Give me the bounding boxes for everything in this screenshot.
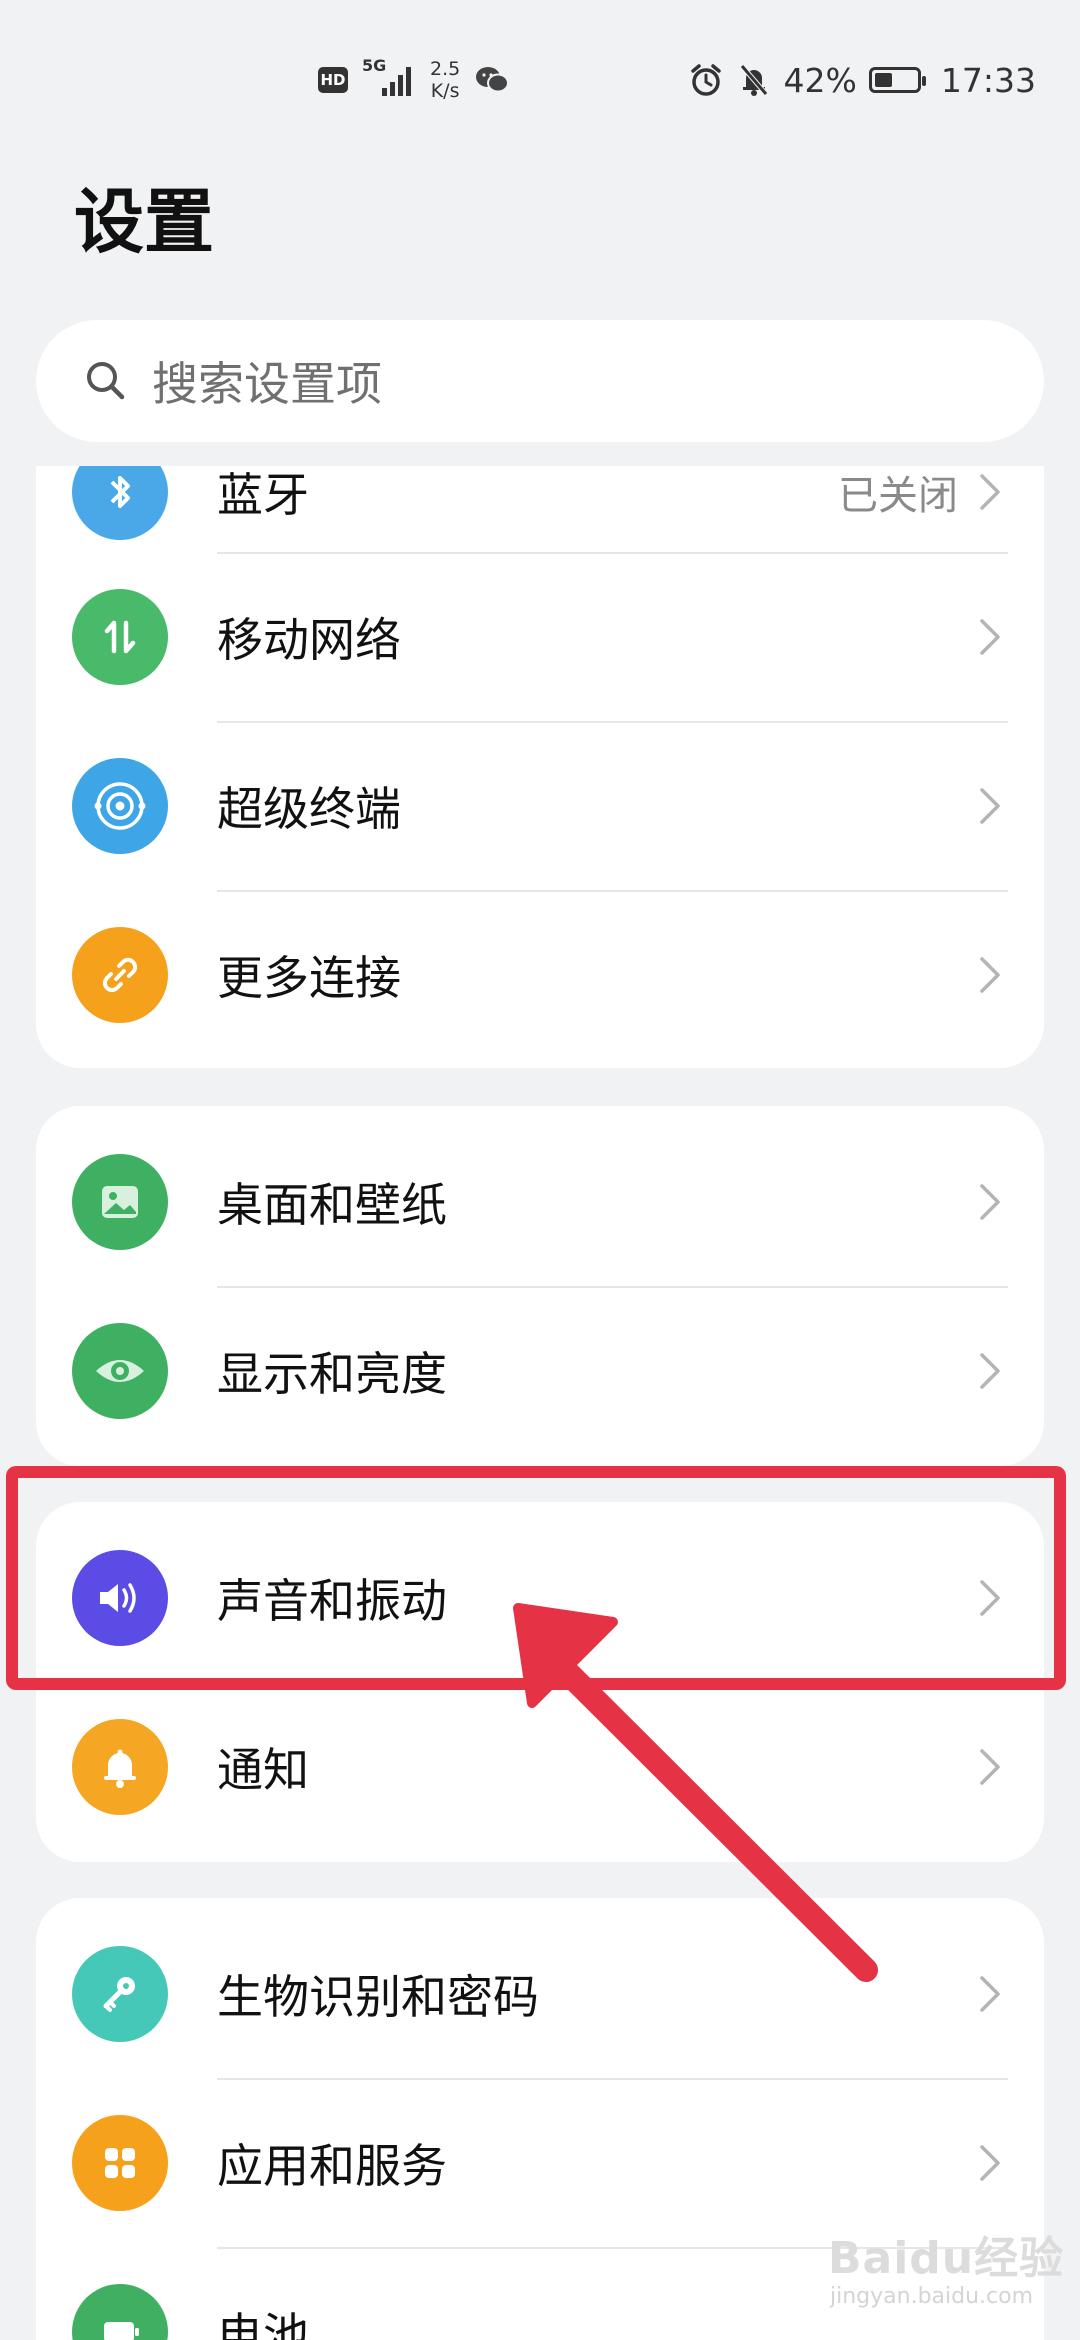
chevron-right-icon bbox=[980, 619, 1000, 655]
search-icon bbox=[87, 362, 125, 400]
settings-item-more-connections[interactable]: 更多连接 bbox=[36, 891, 1044, 1059]
settings-item-label: 移动网络 bbox=[217, 613, 401, 667]
settings-item-mobile-network[interactable]: 移动网络 bbox=[36, 553, 1044, 721]
battery-status-icon bbox=[868, 67, 926, 93]
connectivity-card: 蓝牙 已关闭 移动网络 超级终端 更多连接 bbox=[36, 466, 1044, 1068]
settings-item-display-brightness[interactable]: 显示和亮度 bbox=[36, 1287, 1044, 1455]
network-speed: 2.5 K/s bbox=[430, 58, 460, 102]
bluetooth-status: 已关闭 bbox=[838, 473, 958, 519]
settings-item-label: 生物识别和密码 bbox=[217, 1970, 539, 2024]
search-placeholder: 搜索设置项 bbox=[152, 357, 382, 411]
chevron-right-icon bbox=[980, 1749, 1000, 1785]
clock: 17:33 bbox=[940, 60, 1036, 100]
highlight-box bbox=[6, 1466, 1066, 1690]
chevron-right-icon bbox=[980, 474, 1000, 510]
battery-level-fill bbox=[874, 73, 892, 87]
bluetooth-icon bbox=[72, 466, 168, 540]
speed-unit: K/s bbox=[430, 80, 460, 102]
wechat-icon bbox=[476, 67, 510, 93]
display-card: 桌面和壁纸 显示和亮度 bbox=[36, 1106, 1044, 1466]
settings-item-notifications[interactable]: 通知 bbox=[36, 1683, 1044, 1851]
settings-item-label: 更多连接 bbox=[217, 951, 401, 1005]
speed-value: 2.5 bbox=[430, 58, 461, 80]
settings-item-label: 超级终端 bbox=[217, 782, 401, 836]
settings-item-biometrics-password[interactable]: 生物识别和密码 bbox=[36, 1910, 1044, 2078]
super-device-icon bbox=[72, 758, 168, 854]
chevron-right-icon bbox=[980, 788, 1000, 824]
status-right: 42% 17:33 bbox=[688, 56, 1036, 104]
mobile-data-icon bbox=[72, 589, 168, 685]
settings-item-super-device[interactable]: 超级终端 bbox=[36, 722, 1044, 890]
wallpaper-icon bbox=[72, 1154, 168, 1250]
settings-item-label: 通知 bbox=[217, 1743, 309, 1797]
chevron-right-icon bbox=[980, 957, 1000, 993]
apps-icon bbox=[72, 2115, 168, 2211]
chevron-right-icon bbox=[980, 2145, 1000, 2181]
eye-icon bbox=[72, 1323, 168, 1419]
search-bar[interactable]: 搜索设置项 bbox=[36, 320, 1044, 442]
chevron-right-icon bbox=[980, 1976, 1000, 2012]
settings-item-label: 应用和服务 bbox=[217, 2139, 447, 2193]
watermark-url: jingyan.baidu.com bbox=[830, 2284, 1034, 2309]
link-icon bbox=[72, 927, 168, 1023]
watermark-logo: Baidu经验 bbox=[828, 2233, 1065, 2284]
chevron-right-icon bbox=[980, 1184, 1000, 1220]
settings-item-label: 蓝牙 bbox=[217, 468, 309, 522]
settings-item-home-wallpaper[interactable]: 桌面和壁纸 bbox=[36, 1118, 1044, 1286]
battery-percent: 42% bbox=[783, 60, 857, 100]
mute-bell-icon bbox=[739, 64, 768, 96]
page-title: 设置 bbox=[74, 181, 214, 263]
signal-icon: 5G bbox=[362, 56, 416, 98]
status-left: HD 5G 2.5 K/s bbox=[318, 56, 510, 104]
settings-screen: HD 5G 2.5 K/s 42% 17:33 设置 搜索设置项 蓝牙 已关闭 … bbox=[0, 0, 1080, 2340]
alarm-icon bbox=[690, 64, 721, 96]
settings-item-label: 电池 bbox=[217, 2308, 309, 2340]
key-icon bbox=[72, 1946, 168, 2042]
settings-item-label: 桌面和壁纸 bbox=[217, 1178, 447, 1232]
battery-icon bbox=[72, 2284, 168, 2340]
settings-item-label: 显示和亮度 bbox=[217, 1347, 447, 1401]
chevron-right-icon bbox=[980, 1353, 1000, 1389]
status-bar: HD 5G 2.5 K/s 42% 17:33 bbox=[0, 0, 1080, 150]
hd-badge: HD bbox=[318, 67, 348, 93]
bell-icon bbox=[72, 1719, 168, 1815]
